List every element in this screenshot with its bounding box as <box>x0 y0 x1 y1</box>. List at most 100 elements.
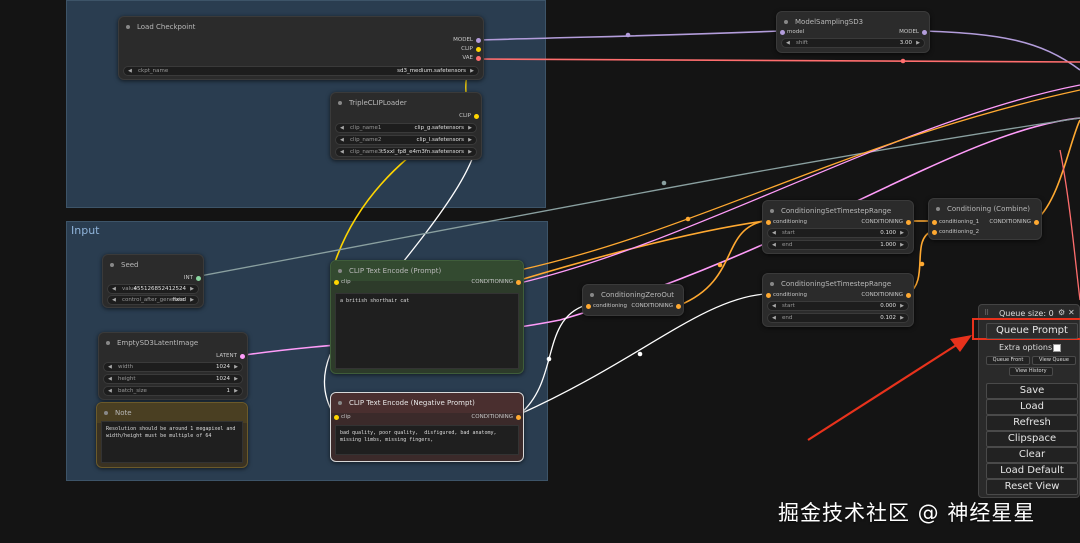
node-title[interactable]: Seed <box>103 255 203 275</box>
gear-icon[interactable]: ⚙ <box>1058 308 1065 317</box>
arrow-right-icon[interactable]: ▶ <box>190 285 194 293</box>
input-conditioning-slot[interactable] <box>766 293 771 298</box>
view-queue-button[interactable]: View Queue <box>1032 356 1076 365</box>
node-canvas[interactable]: Input Load Checkpoint MODEL CLIP VAE ◀ c… <box>0 0 1080 543</box>
arrow-right-icon[interactable]: ▶ <box>234 387 238 395</box>
node-conditioning-zero-out[interactable]: ConditioningZeroOut conditioning CONDITI… <box>582 284 684 316</box>
width-widget[interactable]: ◀ width 1024 ▶ <box>103 362 243 372</box>
output-model-slot[interactable] <box>476 38 481 43</box>
node-note[interactable]: Note Resolution should be around 1 megap… <box>96 402 248 468</box>
clip-name2-combo[interactable]: ◀ clip_name2 clip_l.safetensors ▶ <box>335 135 477 145</box>
arrow-right-icon[interactable]: ▶ <box>234 363 238 371</box>
collapse-dot-icon[interactable] <box>590 293 594 297</box>
input-clip-slot[interactable] <box>334 415 339 420</box>
arrow-left-icon[interactable]: ◀ <box>772 229 776 237</box>
load-default-button[interactable]: Load Default <box>986 463 1078 479</box>
collapse-dot-icon[interactable] <box>770 209 774 213</box>
node-load-checkpoint[interactable]: Load Checkpoint MODEL CLIP VAE ◀ ckpt_na… <box>118 16 484 80</box>
collapse-dot-icon[interactable] <box>126 25 130 29</box>
node-title[interactable]: Conditioning (Combine) <box>929 199 1041 219</box>
arrow-right-icon[interactable]: ▶ <box>190 296 194 304</box>
clipspace-button[interactable]: Clipspace <box>986 431 1078 447</box>
input-clip-slot[interactable] <box>334 280 339 285</box>
output-conditioning-slot[interactable] <box>906 293 911 298</box>
arrow-right-icon[interactable]: ▶ <box>470 67 474 75</box>
input-conditioning-slot[interactable] <box>766 220 771 225</box>
load-button[interactable]: Load <box>986 399 1078 415</box>
node-timestep-range-2[interactable]: ConditioningSetTimestepRange conditionin… <box>762 273 914 327</box>
node-title[interactable]: Load Checkpoint <box>119 17 483 37</box>
arrow-left-icon[interactable]: ◀ <box>786 39 790 47</box>
input-conditioning-slot[interactable] <box>586 304 591 309</box>
output-int-slot[interactable] <box>196 276 201 281</box>
save-button[interactable]: Save <box>986 383 1078 399</box>
arrow-left-icon[interactable]: ◀ <box>108 387 112 395</box>
queue-panel[interactable]: ⠿ Queue size: 0 ⚙ ✕ Queue Prompt Extra o… <box>972 304 1080 498</box>
queue-front-button[interactable]: Queue Front <box>986 356 1030 365</box>
arrow-right-icon[interactable]: ▶ <box>468 148 472 156</box>
shift-widget[interactable]: ◀ shift 3.00 ▶ <box>781 38 925 48</box>
node-seed[interactable]: Seed INT ◀ value 455126852412524 ▶ ◀ con… <box>102 254 204 308</box>
collapse-dot-icon[interactable] <box>338 101 342 105</box>
arrow-left-icon[interactable]: ◀ <box>112 296 116 304</box>
control-after-generate-combo[interactable]: ◀ control_after_generate fixed ▶ <box>107 295 199 305</box>
arrow-right-icon[interactable]: ▶ <box>468 136 472 144</box>
batch-size-widget[interactable]: ◀ batch_size 1 ▶ <box>103 386 243 396</box>
output-conditioning-slot[interactable] <box>516 415 521 420</box>
ckpt-name-combo[interactable]: ◀ ckpt_name sd3_medium.safetensors ▶ <box>123 66 479 76</box>
output-conditioning-slot[interactable] <box>1034 220 1039 225</box>
output-vae-slot[interactable] <box>476 56 481 61</box>
seed-value-widget[interactable]: ◀ value 455126852412524 ▶ <box>107 284 199 294</box>
output-conditioning-slot[interactable] <box>906 220 911 225</box>
output-clip-slot[interactable] <box>476 47 481 52</box>
input-conditioning2-slot[interactable] <box>932 230 937 235</box>
node-title[interactable]: CLIP Text Encode (Prompt) <box>331 261 523 281</box>
arrow-right-icon[interactable]: ▶ <box>900 229 904 237</box>
arrow-right-icon[interactable]: ▶ <box>234 375 238 383</box>
output-conditioning-slot[interactable] <box>676 304 681 309</box>
collapse-dot-icon[interactable] <box>338 269 342 273</box>
node-empty-latent[interactable]: EmptySD3LatentImage LATENT ◀ width 1024 … <box>98 332 248 400</box>
clear-button[interactable]: Clear <box>986 447 1078 463</box>
node-clip-text-negative[interactable]: CLIP Text Encode (Negative Prompt) clip … <box>330 392 524 462</box>
output-conditioning-slot[interactable] <box>516 280 521 285</box>
queue-prompt-button[interactable]: Queue Prompt <box>986 323 1078 339</box>
arrow-left-icon[interactable]: ◀ <box>340 136 344 144</box>
collapse-dot-icon[interactable] <box>104 411 108 415</box>
output-clip-slot[interactable] <box>474 114 479 119</box>
clip-name1-combo[interactable]: ◀ clip_name1 clip_g.safetensors ▶ <box>335 123 477 133</box>
negative-prompt-text[interactable]: bad quality, poor quality, disfigured, b… <box>335 425 519 455</box>
drag-handle-icon[interactable]: ⠿ <box>984 309 989 317</box>
collapse-dot-icon[interactable] <box>784 20 788 24</box>
node-title[interactable]: CLIP Text Encode (Negative Prompt) <box>331 393 523 413</box>
end-widget[interactable]: ◀ end 1.000 ▶ <box>767 240 909 250</box>
arrow-right-icon[interactable]: ▶ <box>900 241 904 249</box>
close-icon[interactable]: ✕ <box>1068 308 1075 317</box>
input-conditioning1-slot[interactable] <box>932 220 937 225</box>
arrow-right-icon[interactable]: ▶ <box>468 124 472 132</box>
node-title[interactable]: TripleCLIPLoader <box>331 93 481 113</box>
node-title[interactable]: ConditioningSetTimestepRange <box>763 274 913 294</box>
view-history-button[interactable]: View History <box>1009 367 1053 376</box>
collapse-dot-icon[interactable] <box>936 207 940 211</box>
end-widget[interactable]: ◀ end 0.102 ▶ <box>767 313 909 323</box>
arrow-left-icon[interactable]: ◀ <box>128 67 132 75</box>
node-triple-clip-loader[interactable]: TripleCLIPLoader CLIP ◀ clip_name1 clip_… <box>330 92 482 160</box>
arrow-left-icon[interactable]: ◀ <box>340 124 344 132</box>
arrow-right-icon[interactable]: ▶ <box>900 302 904 310</box>
node-timestep-range-1[interactable]: ConditioningSetTimestepRange conditionin… <box>762 200 914 254</box>
node-title[interactable]: ConditioningSetTimestepRange <box>763 201 913 221</box>
arrow-right-icon[interactable]: ▶ <box>900 314 904 322</box>
note-text[interactable]: Resolution should be around 1 megapixel … <box>101 421 243 463</box>
arrow-left-icon[interactable]: ◀ <box>772 302 776 310</box>
node-title[interactable]: Note <box>97 403 247 423</box>
node-model-sampling[interactable]: ModelSamplingSD3 model MODEL ◀ shift 3.0… <box>776 11 930 53</box>
collapse-dot-icon[interactable] <box>110 263 114 267</box>
arrow-left-icon[interactable]: ◀ <box>108 363 112 371</box>
clip-name3-combo[interactable]: ◀ clip_name3 t5xxl_fp8_e4m3fn.safetensor… <box>335 147 477 157</box>
collapse-dot-icon[interactable] <box>770 282 774 286</box>
positive-prompt-text[interactable]: a british shorthair cat <box>335 293 519 369</box>
collapse-dot-icon[interactable] <box>106 341 110 345</box>
node-clip-text-positive[interactable]: CLIP Text Encode (Prompt) clip CONDITION… <box>330 260 524 374</box>
start-widget[interactable]: ◀ start 0.000 ▶ <box>767 301 909 311</box>
